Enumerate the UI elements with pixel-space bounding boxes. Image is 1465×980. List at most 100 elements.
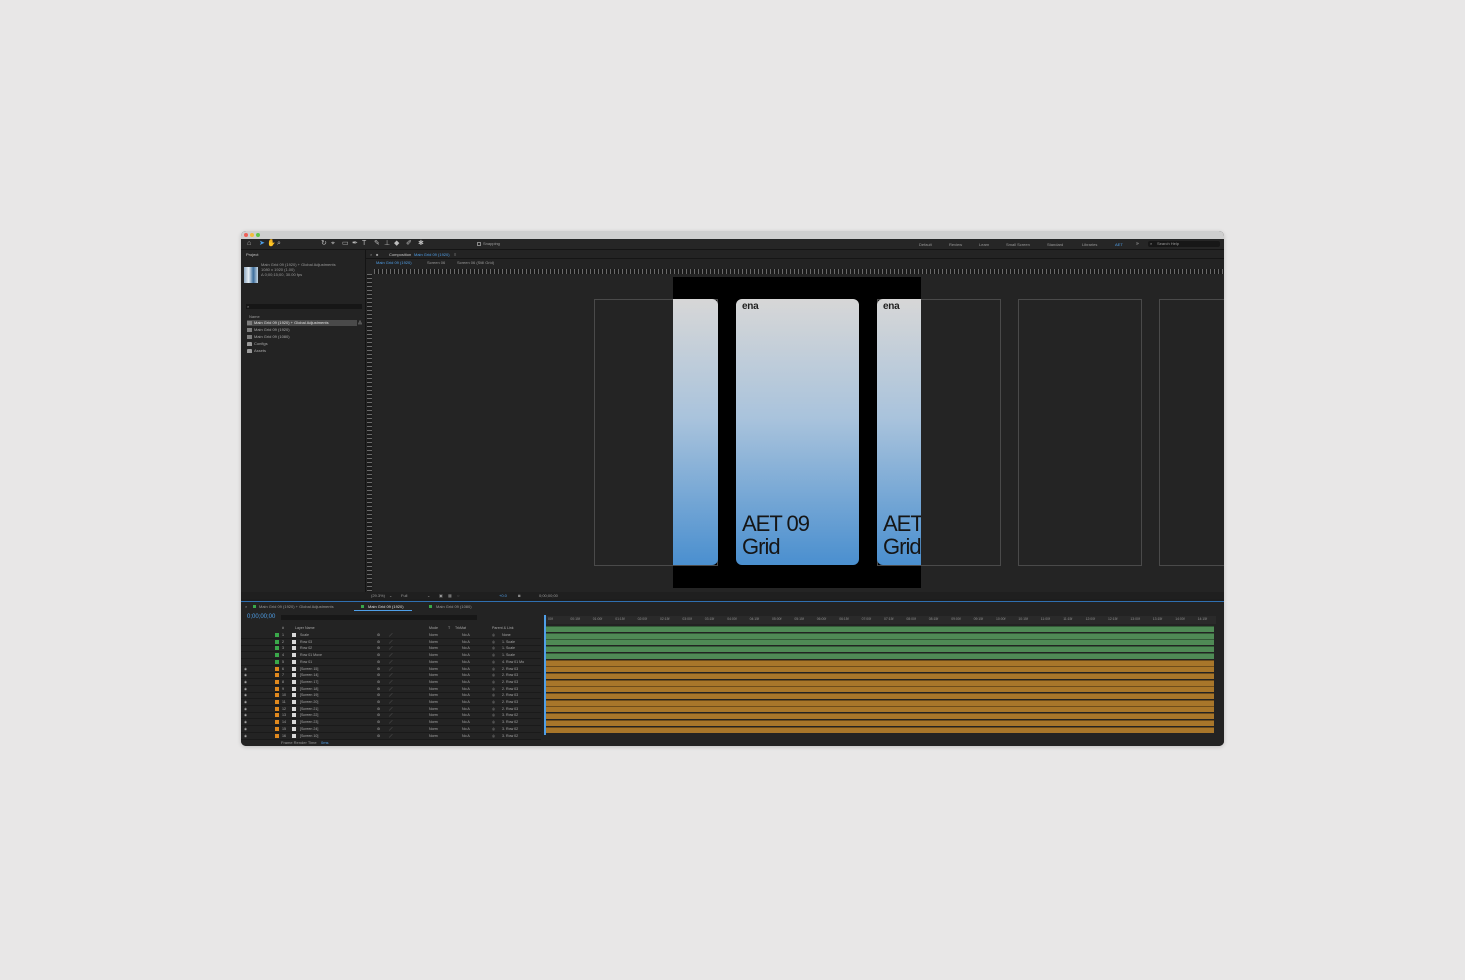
track-matte-dropdown[interactable]: No A (462, 632, 470, 638)
snapping-checkbox[interactable] (477, 242, 481, 246)
visibility-eye-icon[interactable]: ◉ (244, 666, 247, 672)
layer-duration-bar[interactable] (544, 646, 1214, 653)
layer-duration-bar[interactable] (544, 726, 1214, 733)
visibility-eye-icon[interactable]: ◉ (244, 686, 247, 692)
zoom-window-button[interactable] (256, 233, 260, 237)
shy-switch-icon[interactable]: ⚙ (377, 733, 380, 739)
minimize-window-button[interactable] (250, 233, 254, 237)
track-matte-dropdown[interactable]: No A (462, 719, 470, 725)
visibility-eye-icon[interactable]: ◉ (244, 699, 247, 705)
label-color-swatch[interactable] (275, 733, 279, 738)
shy-switch-icon[interactable]: ⚙ (377, 712, 380, 718)
shy-switch-icon[interactable]: ⚙ (377, 719, 380, 725)
workspace-small-screen[interactable]: Small Screen (1006, 242, 1030, 247)
layer-duration-bar[interactable] (544, 686, 1214, 693)
roto-brush-tool-icon[interactable]: ✐ (406, 240, 412, 248)
layer-duration-bar[interactable] (544, 672, 1214, 679)
pick-whip-icon[interactable]: ◎ (492, 659, 495, 665)
project-item[interactable]: Configs (247, 341, 268, 347)
track-matte-dropdown[interactable]: No A (462, 666, 470, 672)
quality-switch-icon[interactable]: ／ (389, 652, 393, 658)
visibility-eye-icon[interactable]: ◉ (244, 733, 247, 739)
parent-dropdown[interactable]: 2. Row 03 (502, 666, 518, 672)
track-matte-dropdown[interactable]: No A (462, 679, 470, 685)
parent-dropdown[interactable]: 1. Scale (502, 645, 515, 651)
track-matte-dropdown[interactable]: No A (462, 692, 470, 698)
project-panel-title[interactable]: Project (246, 252, 258, 257)
quality-switch-icon[interactable]: ／ (389, 699, 393, 705)
parent-dropdown[interactable]: 3. Row 02 (502, 733, 518, 739)
exposure-value[interactable]: +0.0 (499, 593, 507, 598)
layer-duration-bar[interactable] (544, 679, 1214, 686)
label-color-swatch[interactable] (275, 659, 279, 664)
layer-duration-bar[interactable] (544, 719, 1214, 726)
layer-name[interactable]: Row 01 Move (300, 652, 322, 658)
flowchart-icon[interactable]: ⁂ (358, 320, 362, 325)
visibility-eye-icon[interactable]: ◉ (244, 712, 247, 718)
layer-row[interactable]: ◉ 16 [Screen 10] ⚙ ／ Norm No A ◎ 3. Row 02 (241, 733, 541, 740)
project-item[interactable]: Main Grid 09 (1920) (247, 327, 290, 333)
shy-switch-icon[interactable]: ⚙ (377, 699, 380, 705)
layer-duration-bar[interactable] (544, 639, 1214, 646)
visibility-eye-icon[interactable]: ◉ (244, 679, 247, 685)
label-color-swatch[interactable] (275, 673, 279, 678)
workspace-standard[interactable]: Standard (1047, 242, 1063, 247)
parent-dropdown[interactable]: 1. Scale (502, 652, 515, 658)
layer-name[interactable]: [Screen 10] (300, 733, 318, 739)
workspace-learn[interactable]: Learn (979, 242, 989, 247)
timeline-tab-main-1920[interactable]: Main Grid 09 (1920) (368, 604, 404, 609)
lock-icon[interactable]: ■ (376, 252, 378, 257)
zoom-tool-icon[interactable]: ⌕ (277, 240, 281, 248)
label-color-swatch[interactable] (275, 700, 279, 704)
name-column-header[interactable]: Name (249, 314, 260, 319)
quality-switch-icon[interactable]: ／ (389, 712, 393, 718)
close-icon[interactable]: × (370, 252, 372, 257)
brush-tool-icon[interactable]: ✎ (374, 240, 380, 248)
layer-duration-bar[interactable] (544, 666, 1214, 673)
blend-mode-dropdown[interactable]: Norm (429, 679, 438, 685)
timeline-tab-global[interactable]: Main Grid 09 (1920) + Global Adjustments (259, 604, 334, 609)
label-color-swatch[interactable] (275, 706, 279, 711)
quality-switch-icon[interactable]: ／ (389, 686, 393, 692)
pick-whip-icon[interactable]: ◎ (492, 699, 495, 705)
layer-name[interactable]: [Screen 23] (300, 719, 318, 725)
track-matte-dropdown[interactable]: No A (462, 686, 470, 692)
layer-duration-bar[interactable] (544, 713, 1214, 720)
shy-switch-icon[interactable]: ⚙ (377, 639, 380, 645)
zoom-level-dropdown[interactable]: (29.3%) (371, 593, 385, 598)
time-ruler[interactable]: 00f 00:15f 01:00f 01:15f 02:00f 02:15f 03:00f 0… (544, 616, 1216, 624)
pick-whip-icon[interactable]: ◎ (492, 726, 495, 732)
blend-mode-dropdown[interactable]: Norm (429, 726, 438, 732)
pick-whip-icon[interactable]: ◎ (492, 652, 495, 658)
track-matte-dropdown[interactable]: No A (462, 645, 470, 651)
parent-dropdown[interactable]: 4. Row 01 Mo (502, 659, 524, 665)
quality-switch-icon[interactable]: ／ (389, 679, 393, 685)
layer-duration-bar[interactable] (544, 632, 1214, 639)
pick-whip-icon[interactable]: ◎ (492, 692, 495, 698)
quality-switch-icon[interactable]: ／ (389, 659, 393, 665)
pen-tool-icon[interactable]: ✒ (352, 240, 358, 248)
subtab-screen-06-still[interactable]: Screen 06 (Still Grid) (457, 260, 494, 265)
parent-dropdown[interactable]: 3. Row 02 (502, 712, 518, 718)
layer-name[interactable]: [Screen 19] (300, 692, 318, 698)
current-time-indicator[interactable] (544, 615, 546, 735)
layer-name-column-header[interactable]: Layer Name (295, 625, 315, 631)
shy-switch-icon[interactable]: ⚙ (377, 632, 380, 638)
pick-whip-icon[interactable]: ◎ (492, 666, 495, 672)
snapshot-icon[interactable]: ◙ (518, 593, 520, 598)
visibility-eye-icon[interactable]: ◉ (244, 706, 247, 712)
quality-switch-icon[interactable]: ／ (389, 639, 393, 645)
pick-whip-icon[interactable]: ◎ (492, 686, 495, 692)
eraser-tool-icon[interactable]: ◆ (394, 240, 399, 248)
timeline-tab-main-1080[interactable]: Main Grid 09 (1080) (436, 604, 472, 609)
parent-dropdown[interactable]: 2. Row 03 (502, 679, 518, 685)
visibility-eye-icon[interactable]: ◉ (244, 719, 247, 725)
layer-name[interactable]: [Screen 17] (300, 679, 318, 685)
track-matte-dropdown[interactable]: No A (462, 639, 470, 645)
track-matte-dropdown[interactable]: No A (462, 733, 470, 739)
hand-tool-icon[interactable]: ✋ (267, 240, 276, 248)
layer-name[interactable]: [Screen 22] (300, 712, 318, 718)
shy-switch-icon[interactable]: ⚙ (377, 679, 380, 685)
more-workspaces-icon[interactable]: » (1136, 240, 1139, 248)
transparency-grid-icon[interactable]: ▦ (448, 593, 452, 598)
